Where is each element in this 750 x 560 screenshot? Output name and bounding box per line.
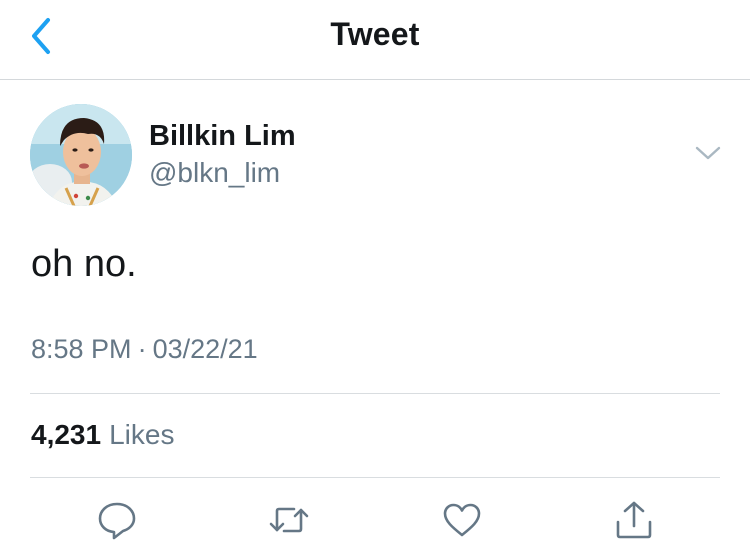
retweet-icon	[269, 507, 309, 533]
reply-button[interactable]	[95, 498, 139, 542]
chevron-down-icon	[695, 146, 721, 160]
nav-header: Tweet	[0, 0, 750, 80]
tweet-timestamp: 8:58 PM · 03/22/21	[31, 334, 258, 365]
tweet-detail-screen: Tweet Billkin Lim @blkn_lim oh no. 8:58 …	[0, 0, 750, 560]
like-icon	[443, 503, 481, 537]
tweet-time: 8:58 PM	[31, 334, 132, 364]
author-name[interactable]: Billkin Lim	[149, 120, 296, 153]
page-title: Tweet	[330, 16, 420, 52]
likes-label: Likes	[109, 419, 175, 450]
likes-stat[interactable]: 4,231 Likes	[31, 419, 174, 451]
divider	[30, 393, 720, 394]
divider	[30, 477, 720, 478]
likes-count: 4,231	[31, 419, 102, 450]
reply-icon	[98, 502, 136, 540]
share-icon	[616, 501, 652, 539]
retweet-button[interactable]	[267, 498, 311, 542]
avatar[interactable]	[30, 104, 132, 206]
author-handle[interactable]: @blkn_lim	[149, 157, 280, 189]
share-button[interactable]	[612, 498, 656, 542]
profile-photo	[30, 104, 132, 206]
tweet-date: 03/22/21	[152, 334, 258, 364]
tweet-text: oh no.	[31, 243, 137, 285]
like-button[interactable]	[440, 498, 484, 542]
timestamp-separator: ·	[137, 334, 147, 364]
more-options-button[interactable]	[694, 143, 722, 163]
